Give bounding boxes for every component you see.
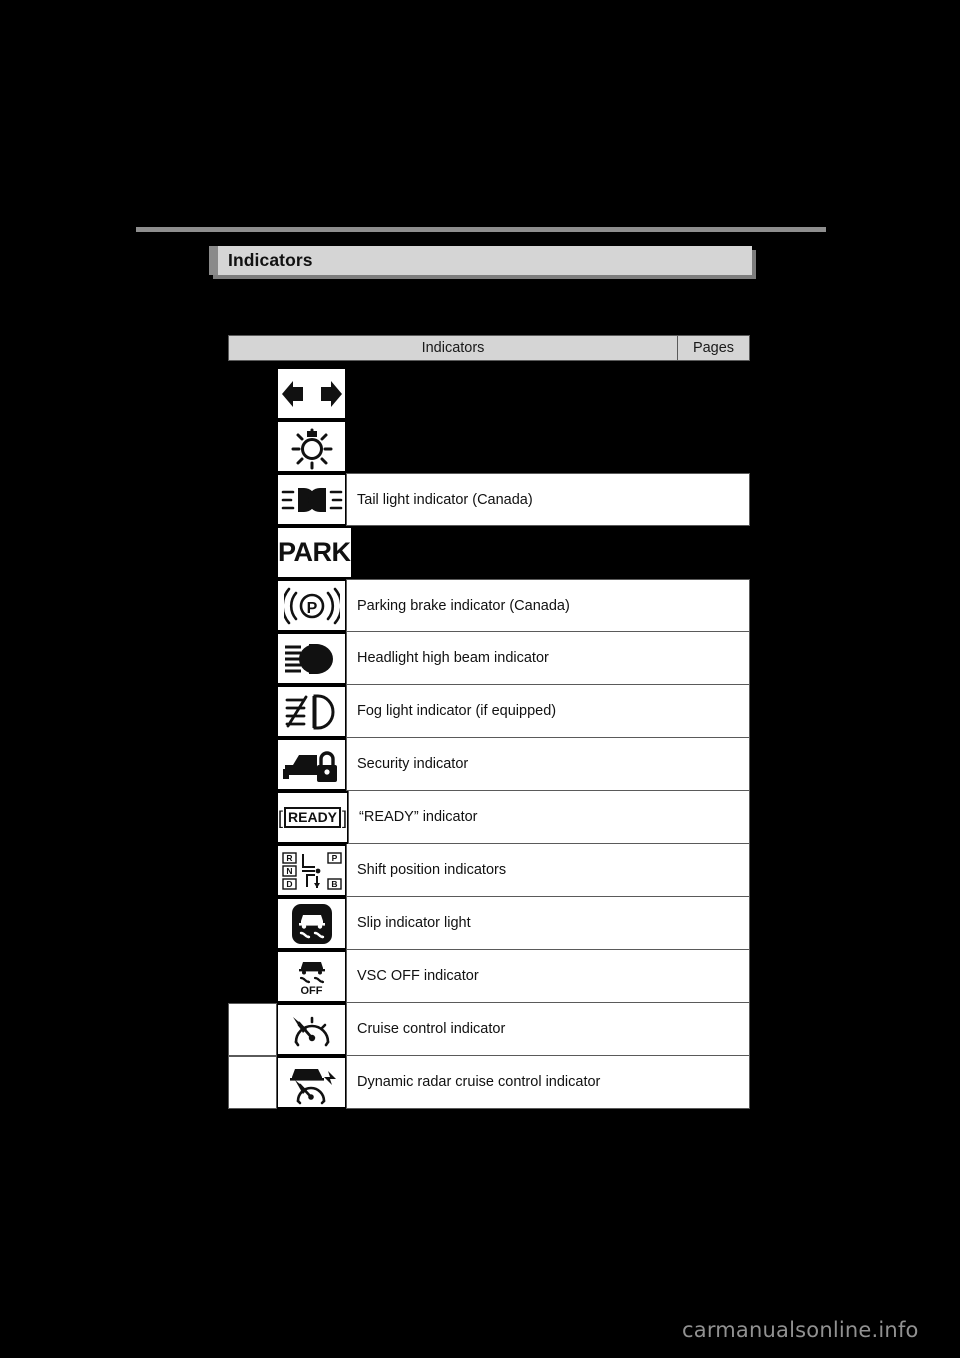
- cruise-control-icon: [292, 1016, 329, 1046]
- slip-indicator-icon: [291, 903, 332, 944]
- pages-cell: [228, 685, 277, 738]
- page-title: Indicators: [228, 250, 313, 270]
- indicator-description-cell: [352, 526, 750, 579]
- dynamic-radar-cruise-control-icon: [289, 1068, 336, 1104]
- indicator-icon-cell: [278, 475, 345, 524]
- column-header-indicators: Indicators: [229, 336, 678, 360]
- table-row: Cruise control indicator: [228, 1003, 750, 1056]
- indicator-description-cell: Headlight high beam indicator: [346, 632, 750, 685]
- pages-cell: [228, 950, 277, 1003]
- table-row: P Parking brake indicator (Canada): [228, 579, 750, 632]
- indicator-description-cell: “READY” indicator: [348, 791, 750, 844]
- table-row: Dynamic radar cruise control indicator: [228, 1056, 750, 1109]
- svg-text:B: B: [331, 879, 337, 889]
- indicator-description-cell: VSC OFF indicator: [346, 950, 750, 1003]
- section-header-tab: [209, 246, 218, 275]
- table-row: Slip indicator light: [228, 897, 750, 950]
- tail-light-icon: [281, 487, 342, 512]
- indicator-icon-cell: P: [278, 581, 345, 630]
- pages-cell: [228, 791, 277, 844]
- indicator-icon-cell: PARK: [278, 528, 351, 577]
- table-row: Security indicator: [228, 738, 750, 791]
- ready-indicator-icon: [ READY ]: [278, 807, 348, 828]
- table-row: Headlight high beam indicator: [228, 632, 750, 685]
- section-header: Indicators: [209, 246, 756, 279]
- indicator-icon-cell: [278, 634, 345, 683]
- pages-cell: [228, 420, 277, 473]
- indicator-description-cell: [346, 367, 750, 420]
- table-row: OFF VSC OFF indicator: [228, 950, 750, 1003]
- pages-cell: [228, 632, 277, 685]
- indicator-icon-cell: OFF: [278, 952, 345, 1001]
- shift-position-icon: R N D P B: [281, 851, 342, 890]
- pages-cell: [228, 844, 277, 897]
- pages-cell: [228, 473, 277, 526]
- indicator-icon-cell: [ READY ]: [278, 793, 348, 842]
- park-text-icon: PARK: [278, 537, 351, 567]
- site-watermark: carmanualsonline.info: [682, 1318, 919, 1342]
- indicator-icon-cell: [278, 369, 345, 418]
- table-row: [ READY ] “READY” indicator: [228, 791, 750, 844]
- table-row: Fog light indicator (if equipped): [228, 685, 750, 738]
- svg-text:N: N: [286, 866, 292, 876]
- pages-cell: [228, 897, 277, 950]
- pages-cell: [228, 738, 277, 791]
- table-row: [228, 420, 750, 473]
- pages-cell: [228, 367, 277, 420]
- light-reminder-bulb-icon: [291, 428, 332, 469]
- pages-cell: [228, 526, 277, 579]
- svg-text:P: P: [306, 600, 317, 617]
- svg-text:R: R: [286, 853, 292, 863]
- indicator-table-body: Tail light indicator (Canada) PARK P Par…: [228, 367, 750, 1109]
- indicator-icon-cell: [278, 1058, 345, 1107]
- indicator-description-cell: Parking brake indicator (Canada): [346, 579, 750, 632]
- table-header-row: Indicators Pages: [228, 335, 750, 361]
- column-header-pages: Pages: [692, 340, 735, 356]
- pages-cell: [228, 1003, 277, 1056]
- indicator-description-cell: Slip indicator light: [346, 897, 750, 950]
- indicator-description-cell: Security indicator: [346, 738, 750, 791]
- indicator-description-cell: Fog light indicator (if equipped): [346, 685, 750, 738]
- vsc-off-icon: OFF: [292, 957, 332, 997]
- indicator-description-cell: Dynamic radar cruise control indicator: [346, 1056, 750, 1109]
- indicator-icon-cell: [278, 422, 345, 471]
- indicator-icon-cell: [278, 687, 345, 736]
- indicator-icon-cell: [278, 1005, 345, 1054]
- table-row: R N D P B Shift position indicators: [228, 844, 750, 897]
- indicator-icon-cell: [278, 899, 345, 948]
- parking-brake-icon: P: [283, 587, 340, 624]
- pages-cell: [228, 579, 277, 632]
- indicator-description-cell: Tail light indicator (Canada): [346, 473, 750, 526]
- svg-text:D: D: [286, 879, 292, 889]
- fog-light-icon: [285, 694, 334, 729]
- security-indicator-icon: [282, 750, 337, 782]
- table-row: [228, 367, 750, 420]
- indicator-description-cell: Shift position indicators: [346, 844, 750, 897]
- turn-signal-arrows-icon: [281, 380, 342, 407]
- headlight-high-beam-icon: [284, 643, 333, 674]
- indicator-icon-cell: R N D P B: [278, 846, 345, 895]
- indicator-description-cell: Cruise control indicator: [346, 1003, 750, 1056]
- table-row: Tail light indicator (Canada): [228, 473, 750, 526]
- indicator-icon-cell: [278, 740, 345, 789]
- header-divider-rule: [136, 227, 826, 232]
- svg-text:P: P: [331, 853, 337, 863]
- table-row: PARK: [228, 526, 750, 579]
- indicator-description-cell: [346, 420, 750, 473]
- pages-cell: [228, 1056, 277, 1109]
